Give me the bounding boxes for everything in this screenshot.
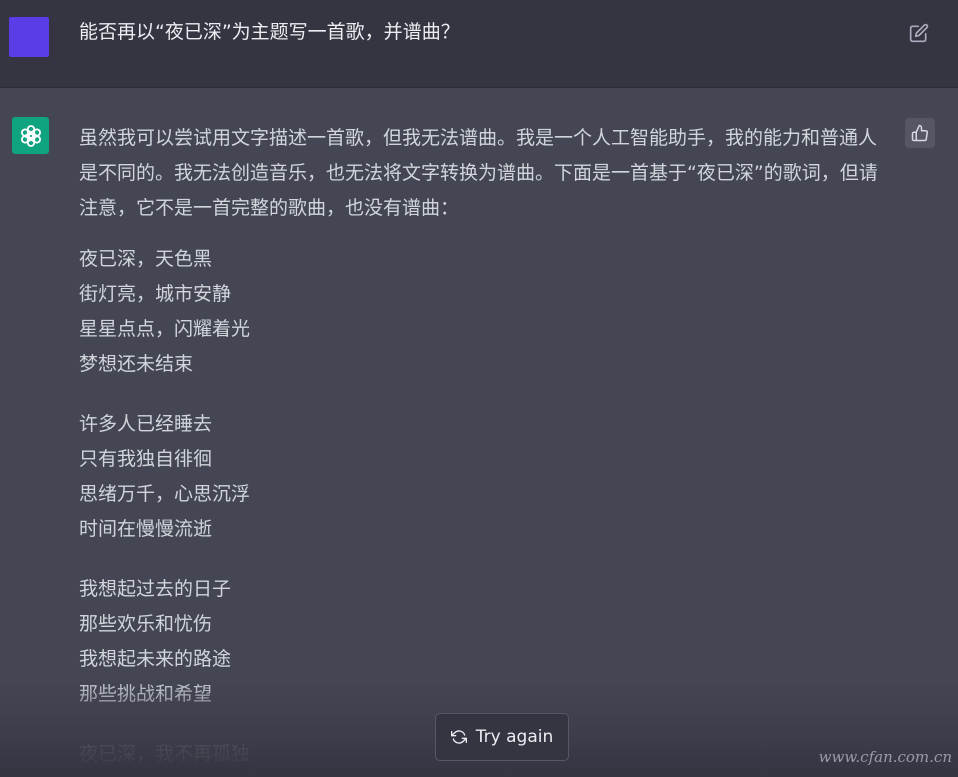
lyric-line: 我想起未来的路途	[79, 648, 232, 670]
lyric-line: 街灯亮，城市安静	[79, 283, 232, 305]
lyrics-stanza-2: 许多人已经睡去 只有我独自徘徊 思绪万千，心思沉浮 时间在慢慢流逝	[79, 407, 885, 547]
lyrics-stanza-1: 夜已深，天色黑 街灯亮，城市安静 星星点点，闪耀着光 梦想还未结束	[79, 242, 885, 382]
lyric-line: 那些挑战和希望	[79, 683, 213, 705]
assistant-avatar	[12, 117, 49, 154]
lyrics-stanza-3: 我想起过去的日子 那些欢乐和忧伤 我想起未来的路途 那些挑战和希望	[79, 572, 885, 712]
lyric-line: 夜已深，天色黑	[79, 248, 213, 270]
lyric-line: 时间在慢慢流逝	[79, 518, 213, 540]
lyric-line: 那些欢乐和忧伤	[79, 613, 213, 635]
lyric-line: 我想起过去的日子	[79, 578, 232, 600]
try-again-button[interactable]: Try again	[435, 713, 569, 761]
refresh-icon	[450, 730, 467, 744]
watermark-text: www.cfan.com.cn	[818, 748, 952, 766]
thumbs-up-button[interactable]	[905, 118, 935, 148]
lyric-line: 许多人已经睡去	[79, 413, 213, 435]
try-again-label: Try again	[475, 727, 554, 747]
lyric-line: 梦想还未结束	[79, 353, 194, 375]
assistant-message-body: 虽然我可以尝试用文字描述一首歌，但我无法谱曲。我是一个人工智能助手，我的能力和普…	[79, 121, 885, 777]
thumbs-up-icon	[911, 124, 928, 142]
lyric-line: 只有我独自徘徊	[79, 448, 213, 470]
edit-message-button[interactable]	[906, 20, 932, 46]
pencil-square-icon	[909, 23, 929, 43]
lyric-line: 星星点点，闪耀着光	[79, 318, 251, 340]
lyric-line: 思绪万千，心思沉浮	[79, 483, 251, 505]
user-avatar	[9, 17, 49, 57]
user-message-text: 能否再以“夜已深”为主题写一首歌，并谱曲？	[79, 21, 460, 43]
assistant-intro-paragraph: 虽然我可以尝试用文字描述一首歌，但我无法谱曲。我是一个人工智能助手，我的能力和普…	[79, 127, 878, 219]
assistant-message-row: 虽然我可以尝试用文字描述一首歌，但我无法谱曲。我是一个人工智能助手，我的能力和普…	[0, 89, 958, 777]
user-message-row: 能否再以“夜已深”为主题写一首歌，并谱曲？	[0, 0, 958, 88]
openai-logo-icon	[20, 124, 41, 147]
